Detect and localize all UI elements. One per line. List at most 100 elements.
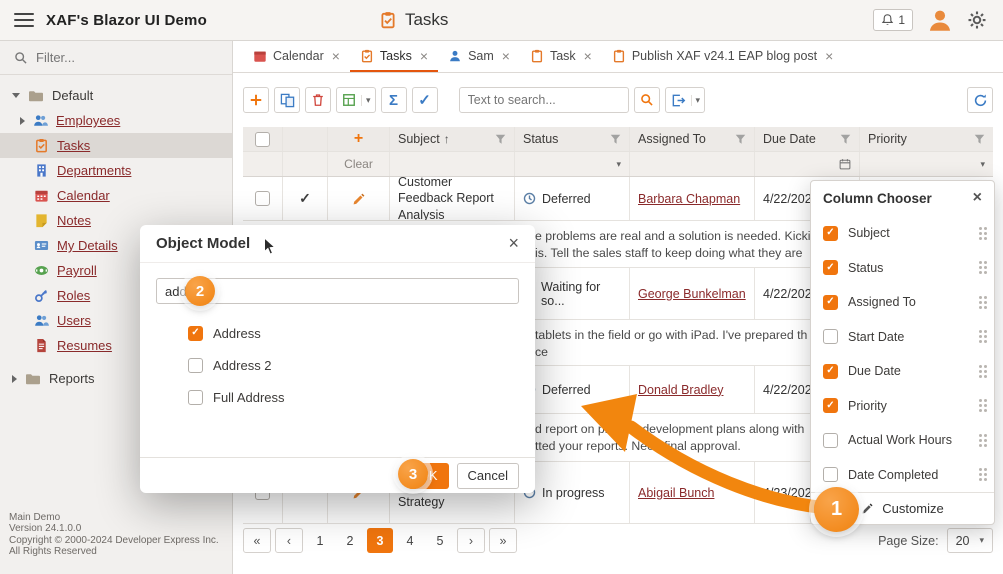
- checkbox[interactable]: [188, 325, 203, 341]
- template-split-button[interactable]: ▾: [336, 87, 376, 113]
- pager-page-1[interactable]: 1: [307, 528, 333, 553]
- chooser-item-priority[interactable]: Priority: [811, 388, 994, 423]
- checkbox[interactable]: [823, 467, 838, 483]
- caret-down-icon: ▾: [616, 158, 621, 169]
- clear-filter-link[interactable]: Clear: [344, 157, 373, 171]
- pager-page-4[interactable]: 4: [397, 528, 423, 553]
- drag-handle-icon[interactable]: [979, 226, 982, 230]
- export-split-button[interactable]: ▾: [664, 87, 706, 113]
- tab-task[interactable]: Task ×: [520, 41, 602, 72]
- sidebar-item-employees[interactable]: Employees: [0, 108, 232, 133]
- tab-tasks[interactable]: Tasks ×: [349, 41, 439, 72]
- caret-down-icon[interactable]: ▾: [690, 94, 705, 106]
- chooser-item-start-date[interactable]: Start Date: [811, 319, 994, 354]
- filter-icon[interactable]: [610, 134, 621, 145]
- assigned-to-link[interactable]: Barbara Chapman: [638, 192, 740, 206]
- pager-first-button[interactable]: «: [243, 528, 271, 553]
- user-avatar[interactable]: [927, 7, 953, 33]
- select-all-checkbox[interactable]: [255, 131, 270, 147]
- due-date-filter-input[interactable]: [755, 152, 860, 176]
- notifications-button[interactable]: 1: [873, 9, 913, 31]
- pager-last-button[interactable]: »: [489, 528, 517, 553]
- calendar-icon[interactable]: [839, 158, 851, 170]
- refresh-button[interactable]: [967, 87, 993, 113]
- edit-pencil-icon[interactable]: [352, 192, 366, 206]
- chooser-item-status[interactable]: Status: [811, 250, 994, 285]
- caret-down-icon[interactable]: ▾: [361, 94, 375, 106]
- page-size-select[interactable]: 20 ▾: [946, 528, 993, 553]
- drag-handle-icon[interactable]: [979, 261, 982, 265]
- chooser-item-due-date[interactable]: Due Date: [811, 354, 994, 389]
- copy-button[interactable]: [274, 87, 300, 113]
- priority-filter-select[interactable]: ▾: [860, 152, 993, 176]
- column-header-due-date[interactable]: Due Date: [755, 127, 860, 151]
- assigned-to-link[interactable]: Abigail Bunch: [638, 486, 714, 500]
- status-filter-select[interactable]: ▾: [515, 152, 630, 176]
- drag-handle-icon[interactable]: [979, 330, 982, 334]
- drag-handle-icon[interactable]: [979, 399, 982, 403]
- tab-calendar[interactable]: Calendar ×: [243, 41, 350, 72]
- close-icon[interactable]: ×: [825, 48, 833, 64]
- checkbox[interactable]: [823, 260, 838, 276]
- row-checkbox[interactable]: [255, 191, 270, 206]
- menu-icon[interactable]: [14, 13, 34, 27]
- dialog-option-full-address[interactable]: Full Address: [188, 381, 519, 413]
- column-header-status[interactable]: Status: [515, 127, 630, 151]
- checkbox[interactable]: [823, 329, 838, 345]
- sidebar-item-departments[interactable]: Departments: [0, 158, 232, 183]
- filter-icon[interactable]: [495, 134, 506, 145]
- checkbox[interactable]: [188, 357, 203, 373]
- filter-icon[interactable]: [735, 134, 746, 145]
- column-header-priority[interactable]: Priority: [860, 127, 993, 151]
- assigned-to-link[interactable]: George Bunkelman: [638, 287, 746, 301]
- close-icon[interactable]: ×: [332, 48, 340, 64]
- pager-next-button[interactable]: ›: [457, 528, 485, 553]
- close-icon[interactable]: ×: [973, 189, 982, 207]
- close-icon[interactable]: ×: [584, 48, 592, 64]
- checkbox[interactable]: [823, 225, 838, 241]
- pager-prev-button[interactable]: ‹: [275, 528, 303, 553]
- sidebar-item-tasks[interactable]: Tasks: [0, 133, 232, 158]
- grid-search-input[interactable]: [458, 87, 629, 113]
- close-icon[interactable]: ×: [508, 233, 519, 254]
- filter-icon[interactable]: [974, 134, 985, 145]
- tab-sam[interactable]: Sam ×: [438, 41, 520, 72]
- new-row-icon[interactable]: +: [354, 130, 363, 148]
- pager-page-2[interactable]: 2: [337, 528, 363, 553]
- validate-button[interactable]: ✓: [411, 87, 438, 113]
- assigned-filter-input[interactable]: [630, 152, 755, 176]
- dialog-option-address-2[interactable]: Address 2: [188, 349, 519, 381]
- checkbox[interactable]: [823, 432, 838, 448]
- tab-publish-blog-post[interactable]: Publish XAF v24.1 EAP blog post ×: [602, 41, 843, 72]
- chooser-item-subject[interactable]: Subject: [811, 216, 994, 251]
- checkbox[interactable]: [188, 389, 203, 405]
- drag-handle-icon[interactable]: [979, 468, 982, 472]
- new-button[interactable]: [243, 87, 269, 113]
- settings-gear-icon[interactable]: [967, 10, 987, 30]
- summary-button[interactable]: Σ: [380, 87, 407, 113]
- drag-handle-icon[interactable]: [979, 364, 982, 368]
- checkbox[interactable]: [823, 294, 838, 310]
- sidebar-filter-input[interactable]: [36, 50, 206, 65]
- subject-filter-input[interactable]: [390, 152, 515, 176]
- nav-group-default[interactable]: Default: [0, 83, 232, 108]
- close-icon[interactable]: ×: [420, 48, 428, 64]
- cancel-button[interactable]: Cancel: [456, 462, 519, 489]
- pager-page-5[interactable]: 5: [427, 528, 453, 553]
- chooser-item-actual-work-hours[interactable]: Actual Work Hours: [811, 423, 994, 458]
- assigned-to-link[interactable]: Donald Bradley: [638, 383, 723, 397]
- checkbox[interactable]: [823, 398, 838, 414]
- sidebar-item-calendar[interactable]: Calendar: [0, 183, 232, 208]
- pager-page-3[interactable]: 3: [367, 528, 393, 553]
- delete-button[interactable]: [305, 87, 331, 113]
- filter-icon[interactable]: [840, 134, 851, 145]
- column-header-subject[interactable]: Subject ↑: [390, 127, 515, 151]
- checkbox[interactable]: [823, 363, 838, 379]
- dialog-option-address[interactable]: Address: [188, 317, 519, 349]
- drag-handle-icon[interactable]: [979, 433, 982, 437]
- search-button[interactable]: [633, 87, 660, 113]
- close-icon[interactable]: ×: [502, 48, 510, 64]
- column-header-assigned-to[interactable]: Assigned To: [630, 127, 755, 151]
- drag-handle-icon[interactable]: [979, 295, 982, 299]
- chooser-item-assigned-to[interactable]: Assigned To: [811, 285, 994, 320]
